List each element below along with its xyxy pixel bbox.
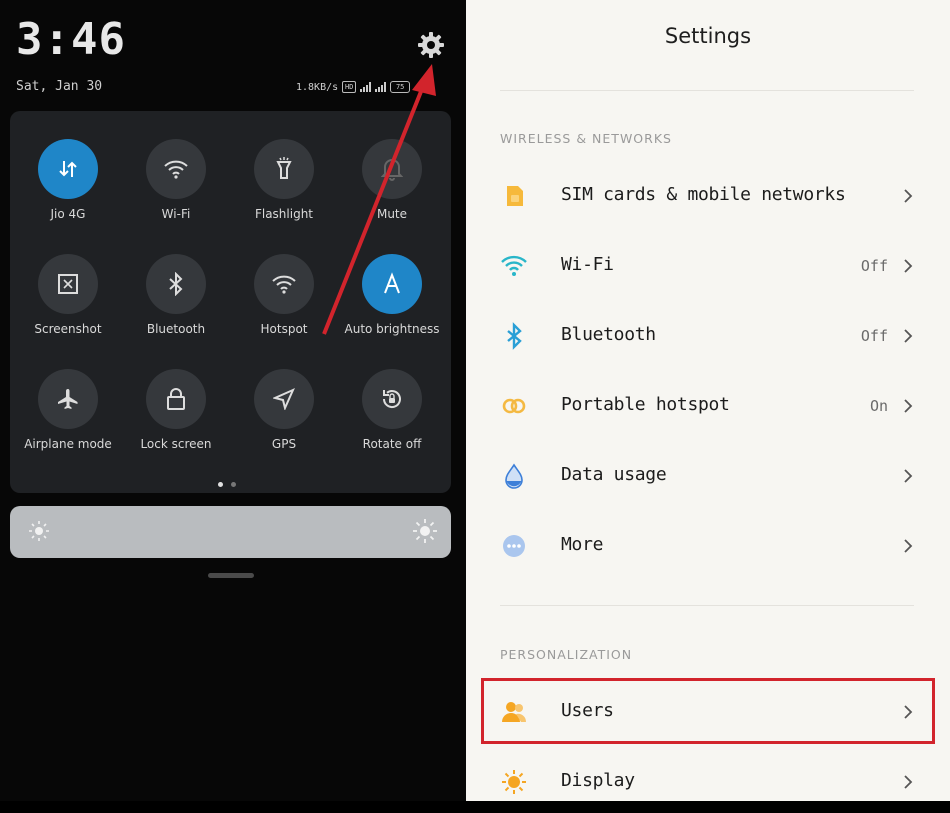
screenshot-icon (38, 254, 98, 314)
brightness-slider[interactable] (10, 506, 451, 558)
sun-bright-icon (413, 519, 437, 543)
rotate-icon (362, 369, 422, 429)
tile-gps[interactable]: GPS (230, 369, 338, 451)
tile-jio-4g[interactable]: Jio 4G (14, 139, 122, 221)
chevron-right-icon (904, 259, 913, 273)
item-label: Bluetooth (561, 324, 656, 345)
tile-label: Bluetooth (146, 322, 206, 336)
tile-label: Auto brightness (344, 322, 440, 336)
settings-item-more[interactable]: More (466, 515, 950, 577)
hotspot-icon (502, 398, 526, 414)
tile-mute[interactable]: Mute (338, 139, 446, 221)
bluetooth-icon (146, 254, 206, 314)
settings-item-sim-cards[interactable]: SIM cards & mobile networks (466, 165, 950, 227)
drag-handle[interactable] (208, 573, 254, 578)
bluetooth-icon (507, 322, 522, 350)
tile-flashlight[interactable]: Flashlight (230, 139, 338, 221)
tile-label: Rotate off (362, 437, 422, 451)
battery-icon: 75 (390, 81, 411, 93)
divider (500, 90, 914, 91)
item-label: Portable hotspot (561, 394, 730, 415)
signal-icon (360, 82, 372, 92)
tile-airplane-mode[interactable]: Airplane mode (14, 369, 122, 451)
notification-shade: 3:46 Sat, Jan 30 1.8KB/s HD 75 Jio 4G Wi… (0, 0, 466, 801)
chevron-right-icon (904, 399, 913, 413)
tile-label: Lock screen (140, 437, 212, 451)
network-speed: 1.8KB/s (296, 81, 339, 93)
tile-screenshot[interactable]: Screenshot (14, 254, 122, 336)
tile-label: Hotspot (260, 322, 308, 336)
settings-item-bluetooth[interactable]: Bluetooth Off (466, 305, 950, 367)
chevron-right-icon (904, 539, 913, 553)
tile-label: Jio 4G (50, 207, 86, 221)
auto-brightness-icon (362, 254, 422, 314)
sun-icon (502, 770, 526, 794)
signal-icon-2 (375, 82, 387, 92)
date: Sat, Jan 30 (16, 79, 103, 94)
airplane-icon (38, 369, 98, 429)
item-label: Data usage (561, 464, 667, 485)
clock: 3:46 (16, 14, 126, 65)
chevron-right-icon (904, 189, 913, 203)
bell-icon (362, 139, 422, 199)
settings-item-users[interactable]: Users (466, 681, 950, 743)
hd-icon: HD (342, 81, 357, 93)
settings-item-display[interactable]: Display (466, 751, 950, 813)
item-label: Users (561, 700, 614, 721)
page-dot (218, 482, 223, 487)
settings-item-data-usage[interactable]: Data usage (466, 445, 950, 507)
item-label: Display (561, 770, 635, 791)
users-icon (502, 702, 527, 722)
water-drop-icon (505, 463, 523, 489)
status-icons: 1.8KB/s HD 75 (296, 79, 411, 95)
tile-label: Mute (376, 207, 408, 221)
chevron-right-icon (904, 329, 913, 343)
item-label: SIM cards & mobile networks (561, 184, 846, 205)
chevron-right-icon (904, 705, 913, 719)
tile-label: Airplane mode (24, 437, 112, 451)
tile-label: Screenshot (34, 322, 102, 336)
tile-lock-screen[interactable]: Lock screen (122, 369, 230, 451)
sim-card-icon (507, 186, 523, 206)
tile-hotspot[interactable]: Hotspot (230, 254, 338, 336)
more-dots-icon (503, 535, 525, 557)
chevron-right-icon (904, 775, 913, 789)
item-value: On (869, 397, 888, 415)
item-label: More (561, 534, 604, 555)
sun-dim-icon (29, 521, 49, 541)
tile-label: GPS (271, 437, 297, 451)
flashlight-icon (254, 139, 314, 199)
settings-gear-icon[interactable] (416, 30, 446, 60)
item-value: Off (860, 257, 888, 275)
chevron-right-icon (904, 469, 913, 483)
data-arrows-icon (38, 139, 98, 199)
page-dot (231, 482, 236, 487)
hotspot-icon (254, 254, 314, 314)
section-header-wireless: WIRELESS & NETWORKS (500, 131, 672, 146)
tile-rotate-off[interactable]: Rotate off (338, 369, 446, 451)
wifi-icon (501, 255, 527, 276)
settings-item-wifi[interactable]: Wi-Fi Off (466, 235, 950, 297)
item-label: Wi-Fi (561, 254, 614, 275)
divider (500, 605, 914, 606)
page-title: Settings (664, 24, 752, 48)
settings-item-portable-hotspot[interactable]: Portable hotspot On (466, 375, 950, 437)
settings-screen: Settings WIRELESS & NETWORKS SIM cards &… (466, 0, 950, 801)
tile-auto-brightness[interactable]: Auto brightness (338, 254, 446, 336)
tile-bluetooth[interactable]: Bluetooth (122, 254, 230, 336)
gps-icon (254, 369, 314, 429)
lock-icon (146, 369, 206, 429)
page-indicator (218, 482, 236, 487)
tile-label: Flashlight (254, 207, 314, 221)
quick-settings-panel: Jio 4G Wi-Fi Flashlight Mute Screenshot … (10, 111, 451, 493)
section-header-personalization: PERSONALIZATION (500, 647, 633, 662)
wifi-icon (146, 139, 206, 199)
tile-label: Wi-Fi (161, 207, 191, 221)
item-value: Off (860, 327, 888, 345)
tile-wifi[interactable]: Wi-Fi (122, 139, 230, 221)
